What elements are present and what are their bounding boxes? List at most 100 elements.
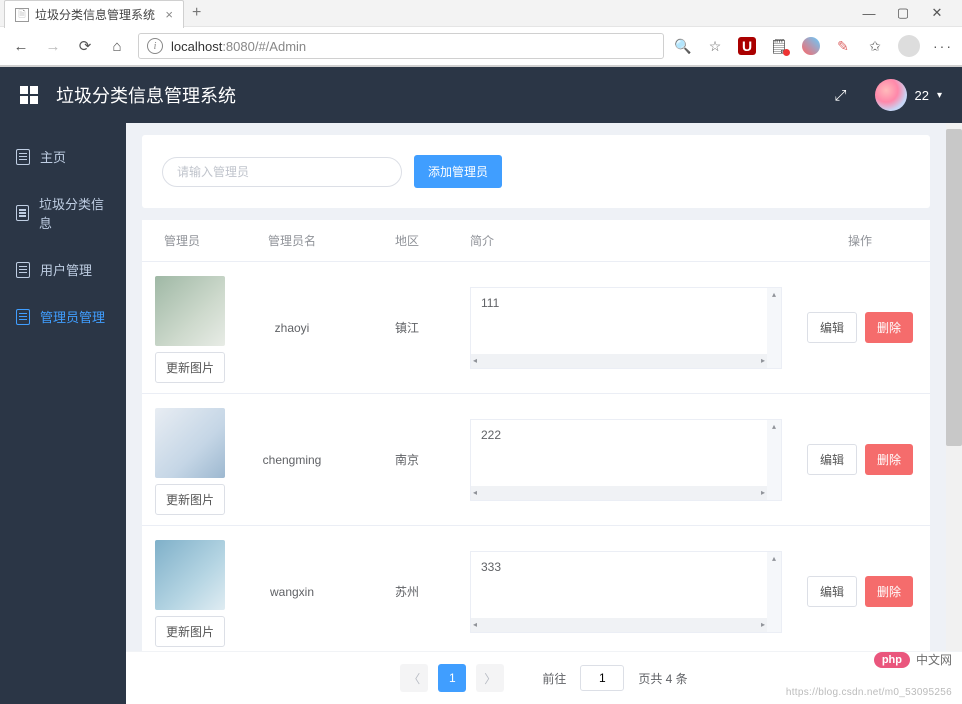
th-region: 地区	[354, 220, 460, 261]
cell-region: 镇江	[354, 307, 460, 348]
goto-label: 前往	[542, 670, 566, 687]
cell-intro: 222	[471, 420, 781, 450]
ublock-icon[interactable]: U	[738, 37, 756, 55]
admin-avatar-image	[155, 408, 225, 478]
scrollbar-thumb[interactable]	[946, 129, 962, 446]
update-image-button[interactable]: 更新图片	[155, 616, 225, 647]
page-icon	[16, 262, 30, 278]
next-page-button[interactable]: 〉	[476, 664, 504, 692]
refresh-button[interactable]: ⟳	[74, 35, 96, 57]
chevron-down-icon: ▾	[937, 90, 942, 101]
table-row: 更新图片 chengming 南京 222 ▴ ◂▸	[142, 394, 930, 526]
th-name: 管理员名	[230, 220, 354, 261]
update-image-button[interactable]: 更新图片	[155, 484, 225, 515]
page-icon	[16, 149, 30, 165]
intro-vertical-scrollbar[interactable]: ▴	[767, 288, 781, 354]
profile-icon[interactable]	[898, 35, 920, 57]
avatar	[875, 79, 907, 111]
table-row: 更新图片 zhaoyi 镇江 111 ▴ ◂▸	[142, 262, 930, 394]
intro-vertical-scrollbar[interactable]: ▴	[767, 552, 781, 618]
intro-box[interactable]: 333 ▴ ◂▸	[470, 551, 782, 633]
address-bar: ← → ⟳ ⌂ i localhost:8080/#/Admin 🔍 ☆ U 🗒…	[0, 26, 962, 66]
new-tab-button[interactable]: +	[184, 0, 209, 26]
intro-vertical-scrollbar[interactable]: ▴	[767, 420, 781, 486]
sidebar-item-label: 主页	[40, 147, 66, 166]
edit-button[interactable]: 编辑	[807, 312, 857, 343]
sidebar-item-label: 用户管理	[40, 260, 92, 279]
favorites-bar-icon[interactable]: ✩	[866, 37, 884, 55]
sidebar-item-label: 管理员管理	[40, 307, 105, 326]
fullscreen-icon[interactable]: ⤢	[834, 87, 846, 104]
php-badge: php	[874, 652, 910, 668]
browser-tab[interactable]: 🗎 垃圾分类信息管理系统 ×	[4, 0, 184, 28]
sidebar-item-label: 垃圾分类信息	[39, 194, 110, 232]
edit-button[interactable]: 编辑	[807, 444, 857, 475]
extension-clip-icon[interactable]: ✎	[834, 37, 852, 55]
intro-horizontal-scrollbar[interactable]: ◂▸	[471, 486, 767, 500]
main-scrollbar[interactable]	[946, 123, 962, 651]
admin-table: 管理员 管理员名 地区 简介 操作 更新图片 zhao	[142, 220, 930, 651]
favorite-icon[interactable]: ☆	[706, 37, 724, 55]
watermark: php 中文网	[874, 651, 952, 668]
tab-title: 垃圾分类信息管理系统	[35, 6, 155, 23]
th-ops: 操作	[790, 220, 930, 261]
home-button[interactable]: ⌂	[106, 35, 128, 57]
url-input[interactable]: i localhost:8080/#/Admin	[138, 33, 664, 59]
page-number-button[interactable]: 1	[438, 664, 466, 692]
sidebar-item-users[interactable]: 用户管理	[0, 246, 126, 293]
cell-name: zhaoyi	[230, 309, 354, 347]
th-intro: 简介	[460, 220, 790, 261]
prev-page-button[interactable]: 〈	[400, 664, 428, 692]
page-icon	[16, 205, 29, 221]
goto-page-input[interactable]	[580, 665, 624, 691]
update-image-button[interactable]: 更新图片	[155, 352, 225, 383]
add-admin-button[interactable]: 添加管理员	[414, 155, 502, 188]
search-input[interactable]	[162, 157, 402, 187]
window-controls: — ▢ ✕	[844, 0, 962, 26]
user-menu[interactable]: 22 ▾	[875, 79, 943, 111]
cell-intro: 333	[471, 552, 781, 582]
forward-button[interactable]: →	[42, 35, 64, 57]
admin-avatar-image	[155, 276, 225, 346]
browser-chrome: 🗎 垃圾分类信息管理系统 × + — ▢ ✕ ← → ⟳ ⌂ i localho…	[0, 0, 962, 67]
intro-horizontal-scrollbar[interactable]: ◂▸	[471, 354, 767, 368]
site-info-icon[interactable]: i	[147, 38, 163, 54]
scroll-area[interactable]: 添加管理员 管理员 管理员名 地区 简介 操作	[126, 123, 946, 651]
close-tab-icon[interactable]: ×	[165, 7, 173, 22]
page-icon	[16, 309, 30, 325]
cell-region: 苏州	[354, 571, 460, 612]
table-header: 管理员 管理员名 地区 简介 操作	[142, 220, 930, 262]
filter-card: 添加管理员	[142, 135, 930, 208]
app: 垃圾分类信息管理系统 ⤢ 22 ▾ 主页 垃圾分类信息 用户管理	[0, 67, 962, 704]
toolbar-icons: 🔍 ☆ U 🗒 ✎ ✩ ···	[674, 35, 952, 57]
intro-box[interactable]: 111 ▴ ◂▸	[470, 287, 782, 369]
intro-box[interactable]: 222 ▴ ◂▸	[470, 419, 782, 501]
cell-intro: 111	[471, 288, 781, 318]
sidebar-item-home[interactable]: 主页	[0, 133, 126, 180]
total-label: 页共 4 条	[638, 670, 687, 687]
cell-name: chengming	[230, 441, 354, 479]
cell-name: wangxin	[230, 573, 354, 611]
close-window-button[interactable]: ✕	[920, 2, 954, 24]
minimize-button[interactable]: —	[852, 2, 886, 24]
extension-color-icon[interactable]	[802, 37, 820, 55]
delete-button[interactable]: 删除	[865, 576, 913, 607]
more-icon[interactable]: ···	[934, 37, 952, 55]
extension-note-icon[interactable]: 🗒	[770, 37, 788, 55]
back-button[interactable]: ←	[10, 35, 32, 57]
sidebar-item-admins[interactable]: 管理员管理	[0, 293, 126, 340]
app-header: 垃圾分类信息管理系统 ⤢ 22 ▾	[0, 67, 962, 123]
watermark-text: 中文网	[916, 651, 952, 668]
intro-horizontal-scrollbar[interactable]: ◂▸	[471, 618, 767, 632]
user-label: 22	[915, 88, 929, 103]
delete-button[interactable]: 删除	[865, 312, 913, 343]
delete-button[interactable]: 删除	[865, 444, 913, 475]
edit-button[interactable]: 编辑	[807, 576, 857, 607]
url-text: localhost:8080/#/Admin	[171, 39, 306, 54]
blog-watermark: https://blog.csdn.net/m0_53095256	[786, 687, 952, 698]
sidebar-item-trash-info[interactable]: 垃圾分类信息	[0, 180, 126, 246]
th-avatar: 管理员	[142, 220, 230, 261]
app-menu-icon[interactable]	[20, 86, 38, 104]
search-icon[interactable]: 🔍	[674, 37, 692, 55]
maximize-button[interactable]: ▢	[886, 2, 920, 24]
